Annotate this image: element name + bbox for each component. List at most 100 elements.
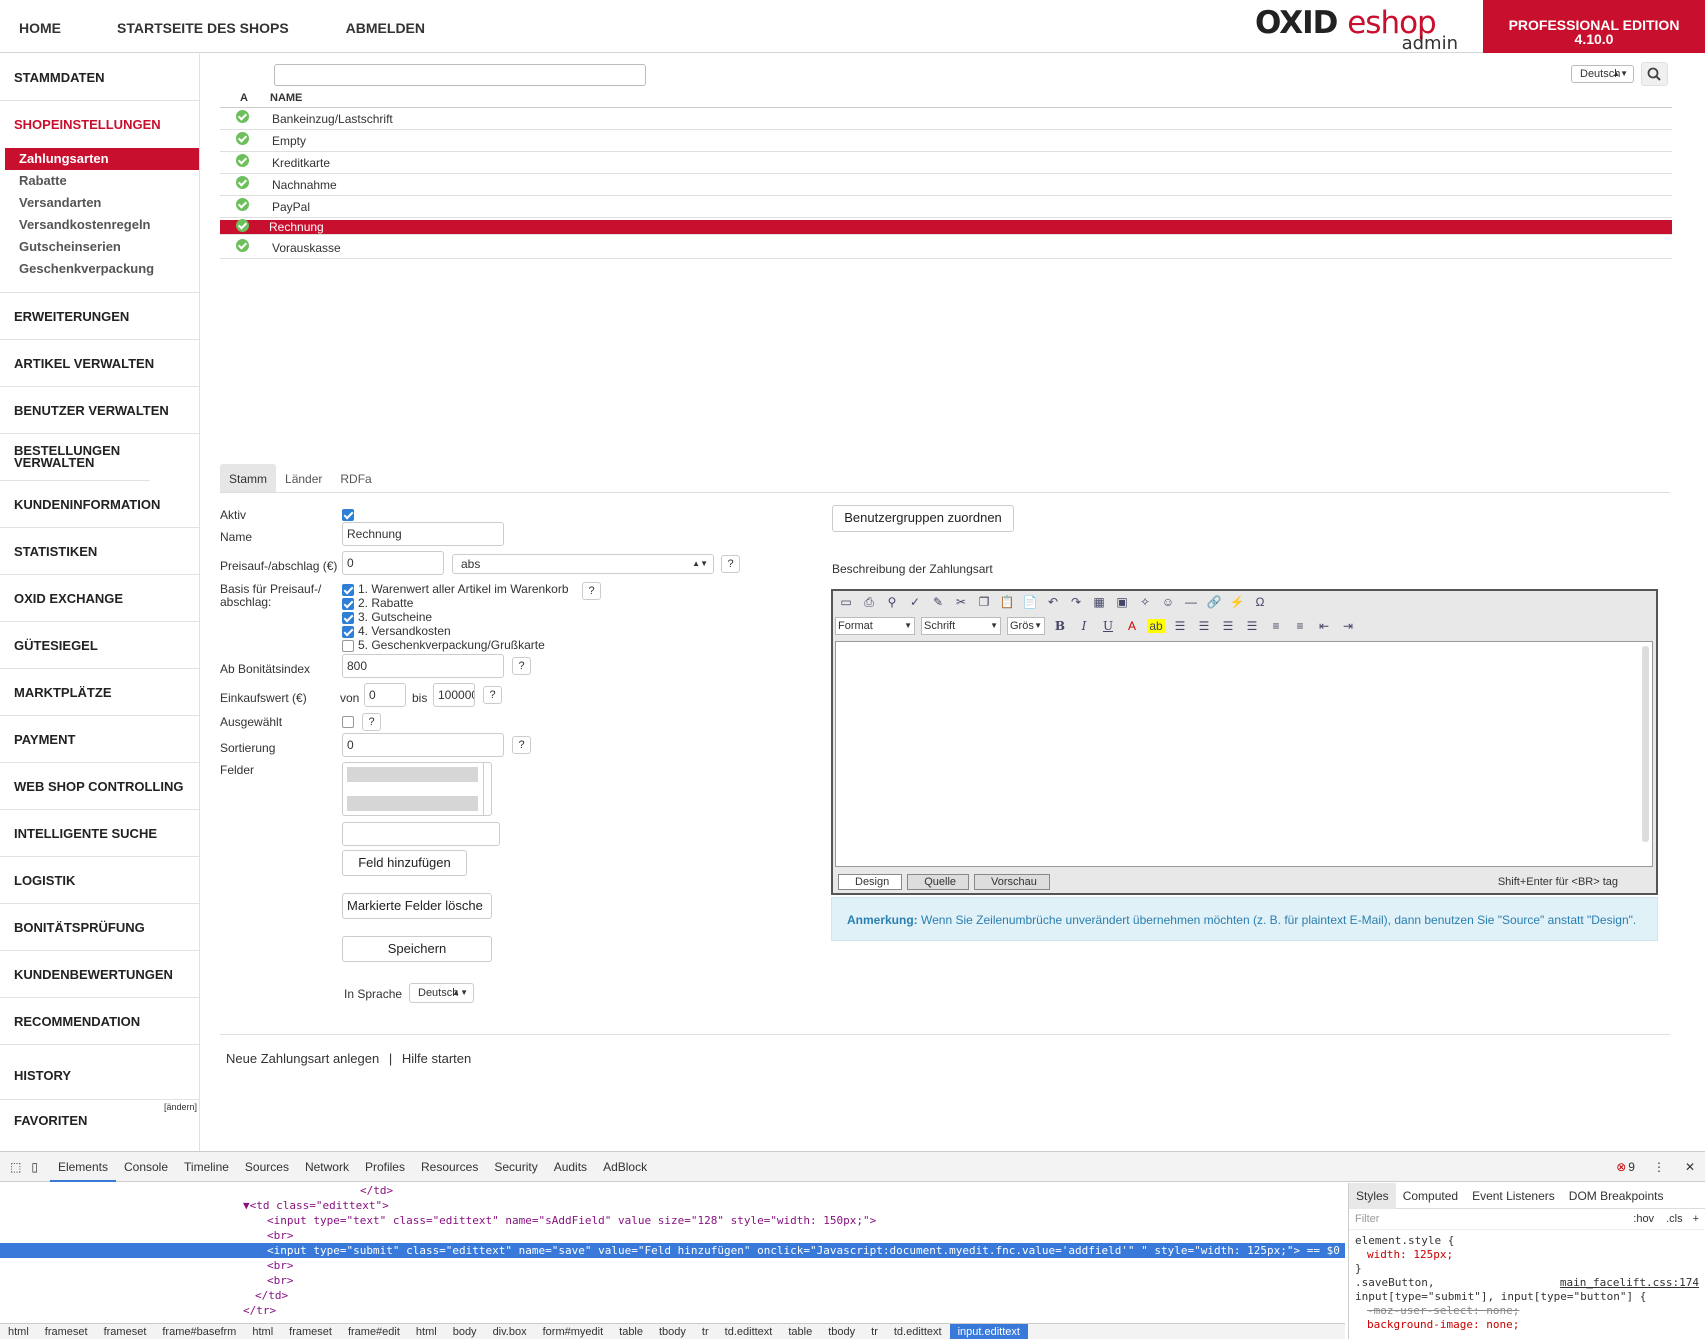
sidebar-item-versandkostenregeln[interactable]: Versandkostenregeln	[0, 214, 199, 236]
list-item-name[interactable]: Vorauskasse	[272, 237, 341, 259]
redo-icon[interactable]: ↷	[1067, 595, 1085, 609]
find-icon[interactable]: ⚲	[883, 595, 901, 609]
crumb[interactable]: form#myedit	[535, 1324, 612, 1339]
search-input[interactable]	[274, 64, 646, 86]
undo-icon[interactable]: ↶	[1044, 595, 1062, 609]
tab-laender[interactable]: Länder	[276, 464, 331, 492]
editor-content-area[interactable]	[835, 641, 1653, 867]
paste-icon[interactable]: 📋	[998, 595, 1016, 609]
help-einkauf[interactable]: ?	[483, 686, 502, 704]
nav-shop-start[interactable]: STARTSEITE DES SHOPS	[117, 0, 289, 53]
list-item[interactable]: Vorauskasse	[220, 237, 1672, 259]
new-document-icon[interactable]: ▭	[837, 595, 855, 609]
basis-checkbox-1[interactable]	[342, 584, 354, 596]
style-line[interactable]: background-image: none;	[1355, 1318, 1699, 1332]
crumb[interactable]: td.edittext	[717, 1324, 781, 1339]
sidebar-bonitaetspruefung[interactable]: BONITÄTSPRÜFUNG	[0, 904, 199, 951]
crumb[interactable]: frame#basefrm	[154, 1324, 244, 1339]
list-item-selected[interactable]: Rechnung	[220, 218, 1672, 235]
style-line[interactable]: -moz-user-select: none;	[1355, 1304, 1699, 1318]
devtools-menu-icon[interactable]: ⋮	[1643, 1160, 1675, 1174]
sidebar-guetesiegel[interactable]: GÜTESIEGEL	[0, 622, 199, 669]
delete-marked-fields-button[interactable]: Markierte Felder lösche	[342, 893, 492, 919]
crumb[interactable]: html	[408, 1324, 445, 1339]
sidebar-stammdaten[interactable]: STAMMDATEN	[0, 54, 199, 101]
styles-tab-dom-breakpoints[interactable]: DOM Breakpoints	[1562, 1189, 1671, 1203]
format-dropdown[interactable]: Format ▼	[835, 617, 915, 635]
devtools-tab-timeline[interactable]: Timeline	[176, 1160, 237, 1174]
einkauf-bis-input[interactable]: 100000	[433, 683, 475, 707]
start-help-link[interactable]: Hilfe starten	[402, 1051, 471, 1066]
image-icon[interactable]: ▣	[1113, 595, 1131, 609]
flash-icon[interactable]: ⚡	[1228, 595, 1246, 609]
print-icon[interactable]: ⎙	[860, 595, 878, 610]
aktiv-checkbox[interactable]	[342, 509, 354, 521]
editor-tab-design[interactable]: Design	[838, 874, 903, 890]
preis-input[interactable]: 0	[342, 551, 444, 575]
underline-icon[interactable]: U	[1099, 619, 1117, 633]
tab-stamm[interactable]: Stamm	[220, 464, 277, 492]
dom-line[interactable]: <br>	[0, 1273, 1345, 1288]
devtools-tab-elements[interactable]: Elements	[49, 1152, 116, 1182]
devtools-tab-resources[interactable]: Resources	[413, 1160, 486, 1174]
align-right-icon[interactable]: ☰	[1219, 619, 1237, 633]
style-line[interactable]: element.style {	[1355, 1234, 1699, 1248]
einkauf-von-input[interactable]: 0	[364, 683, 406, 707]
italic-icon[interactable]: I	[1075, 619, 1093, 633]
dom-line-selected[interactable]: <input type="submit" class="edittext" na…	[0, 1243, 1345, 1258]
name-input[interactable]: Rechnung	[342, 522, 504, 546]
sidebar-benutzer-verwalten[interactable]: BENUTZER VERWALTEN	[0, 387, 199, 434]
save-button[interactable]: Speichern	[342, 936, 492, 962]
align-center-icon[interactable]: ☰	[1195, 619, 1213, 633]
sidebar-logistik[interactable]: LOGISTIK	[0, 857, 199, 904]
crumb[interactable]: frameset	[37, 1324, 96, 1339]
tab-rdfa[interactable]: RDFa	[331, 464, 380, 492]
list-item[interactable]: PayPal	[220, 196, 1672, 218]
devtools-tab-profiles[interactable]: Profiles	[357, 1160, 413, 1174]
sidebar-erweiterungen[interactable]: ERWEITERUNGEN	[0, 293, 199, 340]
help-sortierung[interactable]: ?	[512, 736, 531, 754]
sidebar-history[interactable]: HISTORY	[0, 1045, 199, 1100]
crumb[interactable]: div.box	[485, 1324, 535, 1339]
anchor-icon[interactable]: ✧	[1136, 595, 1154, 609]
sidebar-artikel-verwalten[interactable]: ARTIKEL VERWALTEN	[0, 340, 199, 387]
devtools-tab-adblock[interactable]: AdBlock	[595, 1160, 655, 1174]
sidebar-kundenbewertungen[interactable]: KUNDENBEWERTUNGEN	[0, 951, 199, 998]
crumb[interactable]: table	[611, 1324, 651, 1339]
dom-line[interactable]: </tr>	[0, 1303, 1345, 1318]
devtools-tab-sources[interactable]: Sources	[237, 1160, 297, 1174]
sortierung-input[interactable]: 0	[342, 733, 504, 757]
crumb[interactable]: tbody	[651, 1324, 694, 1339]
devtools-tab-console[interactable]: Console	[116, 1160, 176, 1174]
cut-icon[interactable]: ✂	[952, 595, 970, 609]
crumb[interactable]: body	[445, 1324, 485, 1339]
sidebar-web-shop-controlling[interactable]: WEB SHOP CONTROLLING	[0, 763, 199, 810]
editor-tab-source[interactable]: Quelle	[907, 874, 970, 890]
devtools-close-icon[interactable]: ✕	[1675, 1160, 1705, 1174]
help-preis[interactable]: ?	[721, 555, 740, 573]
sidebar-intelligente-suche[interactable]: INTELLIGENTE SUCHE	[0, 810, 199, 857]
align-justify-icon[interactable]: ☰	[1243, 619, 1261, 633]
unordered-list-icon[interactable]: ≡	[1291, 619, 1309, 633]
assign-user-groups-button[interactable]: Benutzergruppen zuordnen	[832, 505, 1014, 532]
col-name[interactable]: NAME	[270, 88, 302, 107]
crumb[interactable]: td.edittext	[886, 1324, 950, 1339]
link-icon[interactable]: 🔗	[1205, 595, 1223, 609]
list-item[interactable]: Empty	[220, 130, 1672, 152]
help-ausgewaehlt[interactable]: ?	[362, 713, 381, 731]
list-language-select[interactable]: Deutsch ▲▼	[1571, 65, 1634, 83]
crumb-active[interactable]: input.edittext	[949, 1324, 1028, 1339]
inspect-icon[interactable]: ⬚	[0, 1160, 27, 1174]
sidebar-item-rabatte[interactable]: Rabatte	[0, 170, 199, 192]
favoriten-edit-link[interactable]: [ändern]	[164, 1102, 197, 1112]
ordered-list-icon[interactable]: ≡	[1267, 619, 1285, 633]
text-color-icon[interactable]: A	[1123, 619, 1141, 633]
nav-logout[interactable]: ABMELDEN	[346, 0, 425, 53]
hov-toggle[interactable]: :hov	[1633, 1213, 1654, 1225]
devtools-tab-network[interactable]: Network	[297, 1160, 357, 1174]
clean-icon[interactable]: ✎	[929, 595, 947, 609]
size-dropdown[interactable]: Grös ▼	[1007, 617, 1045, 635]
editor-scrollbar[interactable]	[1642, 646, 1649, 842]
outdent-icon[interactable]: ⇤	[1315, 619, 1333, 633]
crumb[interactable]: html	[244, 1324, 281, 1339]
